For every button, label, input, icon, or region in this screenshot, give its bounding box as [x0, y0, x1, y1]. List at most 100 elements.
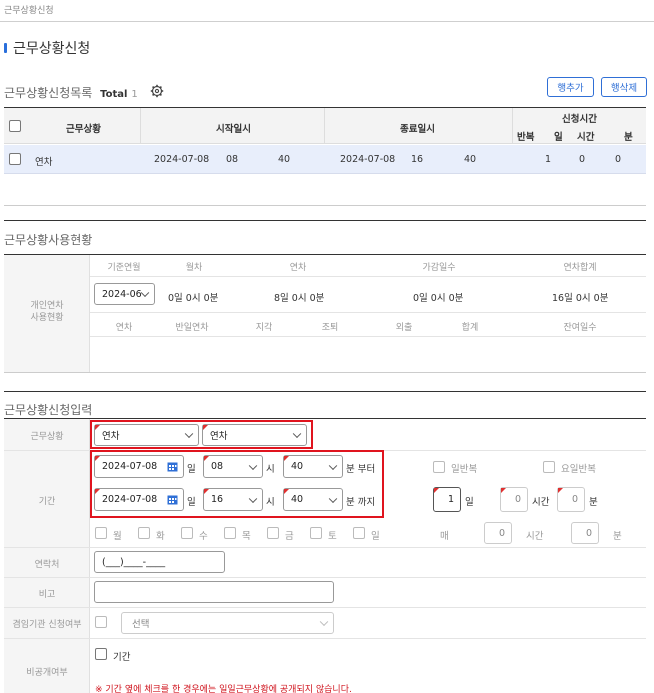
delete-row-button[interactable]: 행삭제: [601, 77, 647, 97]
contact-placeholder: (___)____-____: [102, 556, 166, 568]
days-input[interactable]: 1: [433, 487, 461, 512]
minutes-unit: 분: [589, 497, 598, 508]
input-section-title: 근무상황신청입력: [4, 403, 93, 417]
period-highlight-box: [90, 450, 384, 518]
every-hours-input[interactable]: 0: [484, 522, 512, 544]
required-marker: [434, 488, 439, 493]
weekday-sat-label: 토: [328, 531, 337, 542]
header2-sum: 합계: [461, 323, 479, 333]
minutes-value: 0: [571, 494, 578, 505]
chevron-down-icon: [140, 288, 150, 298]
weekday-repeat-checkbox[interactable]: [543, 461, 555, 473]
weekday-thu-label: 목: [242, 531, 251, 542]
weekday-mon-label: 월: [113, 531, 122, 542]
weekday-tue-label: 화: [156, 531, 165, 542]
hours-value: 0: [514, 494, 521, 505]
weekday-thu-checkbox[interactable]: [224, 527, 236, 539]
half-day-repeat-checkbox[interactable]: [433, 461, 445, 473]
header2-remaining: 잔여일수: [563, 323, 597, 333]
select-all-checkbox[interactable]: [9, 120, 21, 132]
page-title: 근무상황신청: [4, 38, 90, 58]
hours-input[interactable]: 0: [500, 487, 528, 512]
list-section-title: 근무상황신청목록 Total 1: [4, 84, 138, 101]
row-minute: 0: [615, 154, 622, 165]
row-day: 1: [545, 154, 552, 165]
header2-late: 지각: [255, 323, 273, 333]
usage-row-line: [90, 312, 646, 313]
label-note: 비고: [38, 590, 56, 600]
concurrent-select[interactable]: 선택: [121, 612, 334, 634]
label-private: 비공개여부: [26, 668, 68, 678]
usage-table-top-border: [4, 254, 646, 255]
note-input[interactable]: [94, 581, 334, 603]
base-month-select[interactable]: 2024-06: [94, 283, 155, 305]
annual-value: 8일 0시 0분: [274, 293, 325, 304]
header-type: 근무상황: [66, 124, 101, 135]
concurrent-checkbox[interactable]: [95, 616, 107, 628]
header-minute: 분: [624, 132, 633, 143]
header-repeat: 반복: [517, 132, 535, 143]
weekday-fri-label: 금: [285, 531, 294, 542]
settings-gear-icon[interactable]: [150, 84, 164, 98]
input-row-line: [4, 607, 646, 608]
title-bullet-icon: [4, 43, 7, 53]
label-concurrent: 겸임기관 신청여부: [12, 620, 82, 630]
header-start: 시작일시: [216, 124, 251, 135]
header-divider: [512, 108, 513, 144]
contact-input[interactable]: (___)____-____: [94, 551, 225, 573]
private-period-checkbox[interactable]: [95, 648, 107, 660]
every-minutes-unit: 분: [613, 531, 622, 542]
usage-table-bottom-border: [4, 372, 646, 373]
add-row-button[interactable]: 행추가: [547, 77, 594, 97]
input-section-divider: [4, 391, 646, 392]
header-annual-total: 연차합계: [563, 263, 597, 273]
every-minutes-value: 0: [585, 527, 592, 539]
page-title-text: 근무상황신청: [13, 41, 91, 57]
row-hour: 0: [579, 154, 586, 165]
usage-section-divider: [4, 220, 646, 221]
header-deduct-days: 가감일수: [422, 263, 456, 273]
header-end: 종료일시: [400, 124, 435, 135]
row-end-date: 2024-07-08: [340, 154, 396, 165]
table-row[interactable]: 연차 2024-07-08 08 40 2024-07-08 16 40 1 0…: [4, 145, 646, 174]
weekday-sun-label: 일: [371, 531, 380, 542]
input-row-line: [4, 638, 646, 639]
usage-side-label: 개인연차 사용현황: [30, 301, 64, 323]
list-table-header: 근무상황 시작일시 종료일시 신청시간 반복 일 시간 분: [4, 108, 646, 144]
weekday-mon-checkbox[interactable]: [95, 527, 107, 539]
weekday-sun-checkbox[interactable]: [353, 527, 365, 539]
header-annual: 연차: [289, 263, 307, 273]
usage-section-title: 근무상황사용현황: [4, 233, 93, 247]
input-row-line: [4, 577, 646, 578]
every-minutes-input[interactable]: 0: [571, 522, 599, 544]
breadcrumb-text: 근무상황신청: [4, 6, 54, 16]
minutes-input[interactable]: 0: [557, 487, 585, 512]
annual-total-value: 16일 0시 0분: [552, 293, 609, 304]
row-end-min: 40: [464, 154, 477, 165]
header2-early-leave: 조퇴: [321, 323, 339, 333]
header-hour: 시간: [577, 132, 595, 143]
weekday-wed-label: 수: [199, 531, 208, 542]
header-apply-time: 신청시간: [562, 114, 597, 125]
usage-side-header: 개인연차 사용현황: [4, 255, 90, 373]
header-monthly: 월차: [185, 263, 203, 273]
header-divider: [140, 108, 141, 144]
header2-half-annual: 반일연차: [175, 323, 209, 333]
base-month-value: 2024-06: [102, 288, 142, 300]
row-type: 연차: [35, 157, 53, 168]
weekday-wed-checkbox[interactable]: [181, 527, 193, 539]
list-table-bottom-border: [4, 205, 646, 206]
weekday-sat-checkbox[interactable]: [310, 527, 322, 539]
header2-annual: 연차: [115, 323, 133, 333]
concurrent-select-value: 선택: [132, 619, 150, 630]
list-section-title-text: 근무상황신청목록: [4, 86, 93, 100]
row-checkbox[interactable]: [9, 153, 21, 165]
required-marker: [558, 488, 563, 493]
input-row-line: [4, 547, 646, 548]
weekday-fri-checkbox[interactable]: [267, 527, 279, 539]
monthly-value: 0일 0시 0분: [168, 293, 219, 304]
breadcrumb: 근무상황신청: [0, 0, 654, 22]
every-label: 매: [440, 531, 449, 542]
weekday-tue-checkbox[interactable]: [138, 527, 150, 539]
type-highlight-box: [90, 420, 313, 449]
